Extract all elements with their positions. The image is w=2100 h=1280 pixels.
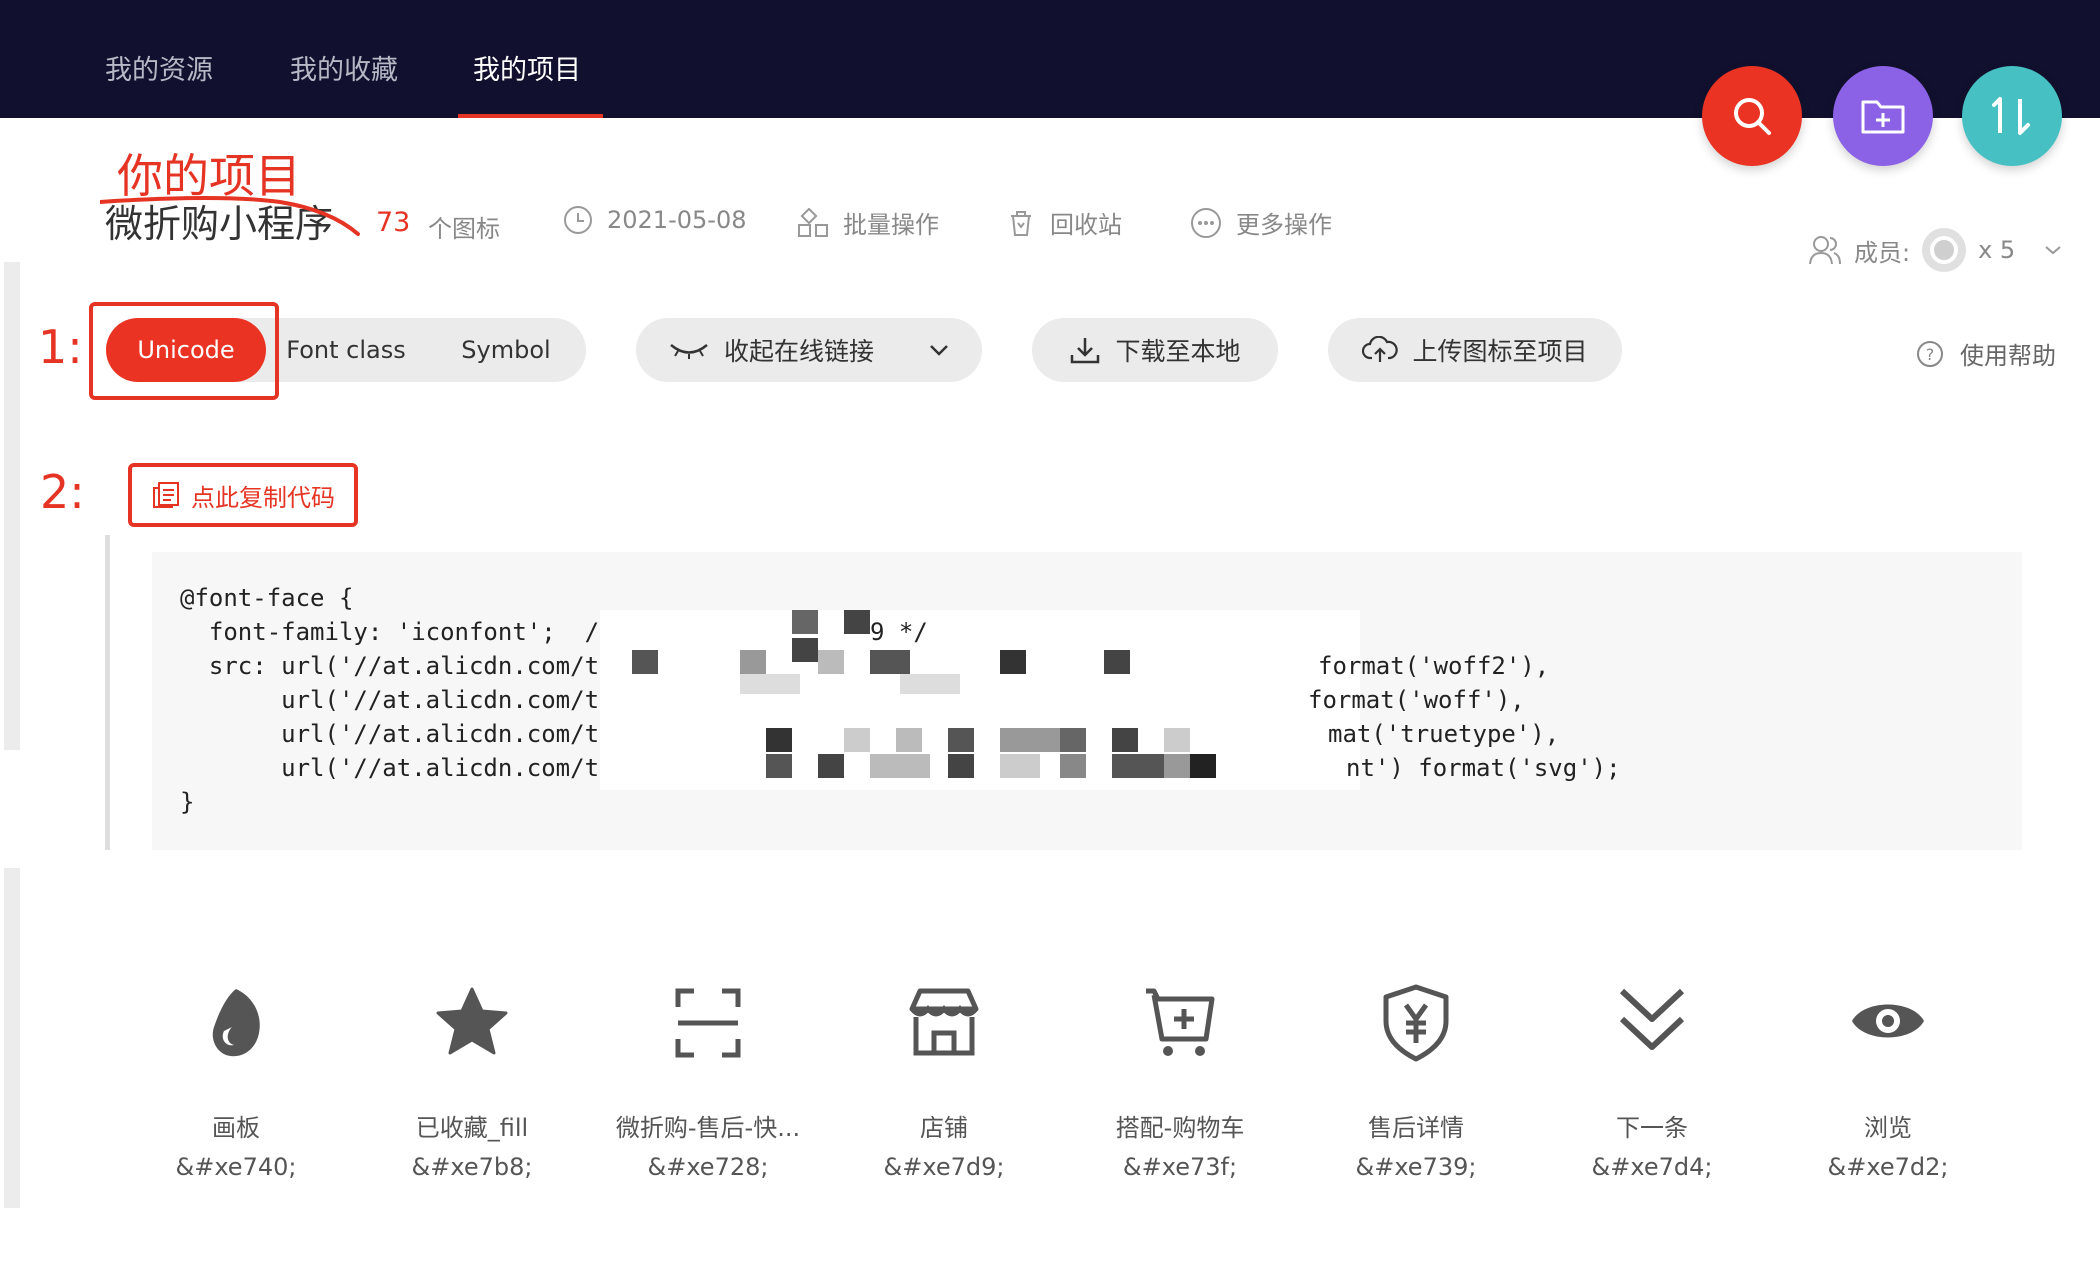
tab-my-favorites[interactable]: 我的收藏 xyxy=(290,48,398,87)
trash-icon xyxy=(1011,210,1031,236)
code-line: src: url('//at.alicdn.com/t/ xyxy=(180,652,614,680)
help-label: 使用帮助 xyxy=(1960,342,2056,370)
members-count: x 5 xyxy=(1978,236,2016,264)
icon-name: 画板 xyxy=(212,1114,260,1142)
icon-code: &#xe7d4; xyxy=(1591,1153,1713,1181)
left-gutter-top xyxy=(4,262,20,750)
icon-code: &#xe73f; xyxy=(1122,1153,1238,1181)
icon-item-shop[interactable]: 店铺 &#xe7d9; xyxy=(834,983,1054,1203)
code-line: } xyxy=(180,788,195,816)
icon-name: 已收藏_fill xyxy=(415,1114,529,1142)
star-icon xyxy=(436,987,508,1055)
eye-closed-icon xyxy=(670,344,708,359)
project-members[interactable]: 成员: x 5 xyxy=(1808,228,2063,272)
code-line: url('//at.alicdn.com/t/ xyxy=(180,686,614,714)
active-tab-indicator xyxy=(458,114,603,118)
icon-code: &#xe7b8; xyxy=(411,1153,533,1181)
more-operations-label: 更多操作 xyxy=(1236,211,1332,239)
shield-yen-icon xyxy=(1383,984,1449,1062)
download-icon xyxy=(1071,338,1100,364)
annotation-step-1: 1: xyxy=(38,320,83,374)
question-icon: ? xyxy=(1917,340,1943,367)
upload-icons-label: 上传图标至项目 xyxy=(1412,337,1588,366)
icon-name: 下一条 xyxy=(1616,1114,1688,1142)
icon-item-favorited[interactable]: 已收藏_fill &#xe7b8; xyxy=(362,983,582,1203)
download-button[interactable]: 下载至本地 xyxy=(1032,318,1278,382)
new-folder-button[interactable] xyxy=(1833,66,1933,166)
icon-item-drawing-board[interactable]: 画板 &#xe740; xyxy=(126,983,346,1203)
code-line: format('woff2'), xyxy=(1318,652,1550,680)
code-line: format('woff'), xyxy=(1308,686,1525,714)
double-chevron-down-icon xyxy=(1619,988,1685,1050)
avatar xyxy=(1922,228,1967,272)
icon-name: 搭配-购物车 xyxy=(1115,1114,1245,1142)
more-operations[interactable]: 更多操作 xyxy=(1190,205,1332,240)
members-label: 成员: xyxy=(1854,238,1911,267)
tab-symbol[interactable]: Symbol xyxy=(426,318,586,382)
scan-icon xyxy=(675,988,741,1058)
download-label: 下载至本地 xyxy=(1115,337,1241,366)
cloud-upload-icon xyxy=(1362,336,1399,362)
drop-icon xyxy=(212,989,260,1057)
code-line: 9 */ xyxy=(870,618,928,646)
icon-name: 售后详情 xyxy=(1368,1114,1464,1142)
icon-item-aftersale-detail[interactable]: 售后详情 &#xe739; xyxy=(1306,983,1526,1203)
project-date: 2021-05-08 xyxy=(563,205,746,235)
annotation-step-2: 2: xyxy=(40,465,85,519)
left-gutter-bottom xyxy=(4,868,20,1208)
folder-plus-icon xyxy=(1861,100,1905,134)
batch-icon xyxy=(798,207,828,237)
search-icon xyxy=(1734,98,1771,135)
cart-add-icon xyxy=(1146,988,1215,1056)
icon-name: 店铺 xyxy=(920,1114,968,1142)
svg-text:?: ? xyxy=(1926,345,1935,364)
more-icon xyxy=(1191,207,1221,238)
code-line: nt') format('svg'); xyxy=(1346,754,1621,782)
icon-code: &#xe739; xyxy=(1355,1153,1477,1181)
recycle-bin[interactable]: 回收站 xyxy=(1006,205,1122,240)
icon-item-aftersale-quick[interactable]: 微折购-售后-快... &#xe728; xyxy=(598,983,818,1203)
icon-code: &#xe7d9; xyxy=(883,1153,1005,1181)
icon-name: 微折购-售后-快... xyxy=(615,1114,801,1142)
search-button[interactable] xyxy=(1702,66,1802,166)
strike-annotation xyxy=(100,196,360,236)
tab-font-class[interactable]: Font class xyxy=(266,318,426,382)
project-date-text: 2021-05-08 xyxy=(607,206,747,234)
icon-name: 浏览 xyxy=(1864,1114,1912,1142)
members-icon xyxy=(1809,236,1841,265)
sort-icon xyxy=(1992,97,2030,135)
icon-code: &#xe728; xyxy=(647,1153,769,1181)
icon-count-label: 个图标 xyxy=(428,215,500,243)
batch-operations[interactable]: 批量操作 xyxy=(797,205,939,240)
sort-button[interactable] xyxy=(1962,66,2062,166)
chevron-down-icon xyxy=(930,345,948,356)
eye-icon xyxy=(1852,1004,1924,1038)
collapse-online-link-button[interactable]: 收起在线链接 xyxy=(636,318,982,382)
icon-count: 73 xyxy=(376,207,411,238)
code-line: @font-face { xyxy=(180,584,354,612)
icon-item-cart[interactable]: 搭配-购物车 &#xe73f; xyxy=(1070,983,1290,1203)
icon-code: &#xe7d2; xyxy=(1827,1153,1949,1181)
icon-code: &#xe740; xyxy=(175,1153,297,1181)
recycle-bin-label: 回收站 xyxy=(1050,211,1122,239)
shop-icon xyxy=(909,988,979,1056)
help-link[interactable]: ? 使用帮助 xyxy=(1916,336,2056,371)
batch-operations-label: 批量操作 xyxy=(843,211,939,239)
clock-icon xyxy=(564,206,592,234)
code-line: mat('truetype'), xyxy=(1328,720,1560,748)
annotation-box-unicode xyxy=(89,302,279,400)
code-block-bar xyxy=(105,535,110,850)
chevron-down-icon xyxy=(2045,246,2061,255)
tab-my-resources[interactable]: 我的资源 xyxy=(105,48,213,87)
icon-item-browse[interactable]: 浏览 &#xe7d2; xyxy=(1778,983,1998,1203)
tab-my-projects[interactable]: 我的项目 xyxy=(473,48,581,87)
annotation-box-copy xyxy=(128,463,358,527)
redaction-mosaic xyxy=(600,610,1360,790)
icon-item-next[interactable]: 下一条 &#xe7d4; xyxy=(1542,983,1762,1203)
upload-icons-button[interactable]: 上传图标至项目 xyxy=(1328,318,1622,382)
collapse-online-link-label: 收起在线链接 xyxy=(723,337,874,366)
